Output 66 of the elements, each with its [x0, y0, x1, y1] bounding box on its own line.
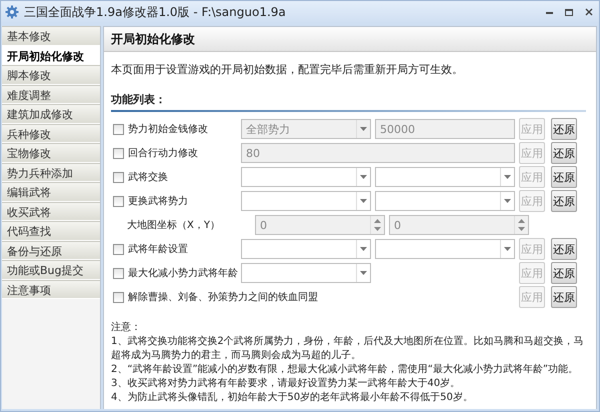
maximize-icon[interactable]	[565, 8, 573, 16]
restore-button[interactable]: 还原	[551, 142, 577, 164]
restore-button[interactable]: 还原	[551, 190, 577, 212]
dropdown[interactable]	[375, 167, 515, 187]
sidebar-item[interactable]: 备份与还原	[2, 240, 100, 260]
note-text: 4、为防止武将头像错乱，初始年龄大于50岁的老年武将最小年龄不得低于50岁。	[111, 391, 474, 405]
close-icon[interactable]	[585, 8, 593, 16]
section-title: 功能列表：	[111, 92, 167, 107]
dropdown[interactable]	[241, 191, 371, 211]
restore-button[interactable]: 还原	[551, 118, 577, 140]
sidebar-item[interactable]: 兵种修改	[2, 124, 100, 143]
dropdown-arrow-icon	[360, 127, 367, 131]
option-label: 回合行动力修改	[128, 146, 198, 160]
checkbox[interactable]	[113, 292, 124, 302]
checkbox[interactable]	[113, 268, 124, 278]
sidebar-item[interactable]: 开局初始化修改	[2, 46, 100, 65]
checkbox[interactable]	[113, 196, 124, 206]
option-label: 武将交换	[128, 170, 168, 184]
dropdown-arrow-icon	[504, 199, 511, 203]
sidebar-item[interactable]: 基本修改	[2, 26, 100, 46]
dropdown-arrow-icon	[504, 247, 511, 251]
note-text: 3、收买武将对势力武将有年龄要求，请最好设置势力某一武将年龄大于40岁。	[111, 377, 462, 391]
dropdown[interactable]	[241, 239, 371, 259]
minimize-icon[interactable]	[546, 10, 553, 14]
sidebar-item[interactable]: 宝物修改	[2, 143, 100, 162]
checkbox[interactable]	[113, 244, 124, 254]
dropdown-arrow-icon	[504, 175, 511, 179]
dropdown-arrow-icon	[360, 247, 367, 251]
field-label: 大地图坐标（X，Y）	[127, 218, 220, 232]
checkbox[interactable]	[113, 172, 124, 182]
checkbox[interactable]	[113, 124, 124, 134]
option-label: 更换武将势力	[128, 194, 188, 208]
spinner-arrows-icon	[518, 219, 525, 231]
dropdown-arrow-icon	[360, 271, 367, 275]
option-label: 最大化减小势力武将年龄	[128, 266, 238, 280]
sidebar-item[interactable]: 收买武将	[2, 202, 100, 221]
restore-button[interactable]: 还原	[551, 166, 577, 188]
option-label: 武将年龄设置	[128, 242, 188, 256]
restore-button[interactable]: 还原	[551, 238, 577, 260]
sidebar-item[interactable]: 脚本修改	[2, 65, 100, 84]
gear-icon	[5, 5, 19, 19]
sidebar-item[interactable]: 注意事项	[2, 280, 100, 299]
dropdown[interactable]	[241, 263, 371, 283]
sidebar-item[interactable]: 代码查找	[2, 221, 100, 240]
dropdown[interactable]	[375, 191, 515, 211]
sidebar-item[interactable]: 编辑武将	[2, 182, 100, 202]
sidebar-item[interactable]: 难度调整	[2, 84, 100, 104]
restore-button[interactable]: 还原	[551, 286, 577, 308]
restore-button[interactable]: 还原	[551, 262, 577, 284]
dropdown-arrow-icon	[360, 199, 367, 203]
sidebar-item[interactable]: 势力兵种添加	[2, 162, 100, 182]
sidebar-item[interactable]: 建筑加成修改	[2, 104, 100, 124]
sidebar-item[interactable]: 功能或Bug提交	[2, 260, 100, 280]
panel-title: 开局初始化修改	[104, 27, 596, 52]
dropdown[interactable]	[375, 239, 515, 259]
option-label: 解除曹操、刘备、孙策势力之间的铁血同盟	[128, 290, 318, 304]
checkbox[interactable]	[113, 148, 124, 158]
description-text: 本页面用于设置游戏的开局初始数据，配置完毕后需重新开局方可生效。	[111, 62, 464, 77]
notes-title: 注意：	[111, 321, 142, 335]
dropdown[interactable]	[241, 167, 371, 187]
dropdown-arrow-icon	[360, 175, 367, 179]
spinner-arrows-icon	[374, 219, 381, 231]
window-title: 三国全面战争1.9a修改器1.0版 - F:\sanguo1.9a	[24, 4, 287, 20]
note-text: 1、武将交换功能将交换2个武将所属势力，身份，年龄，后代及大地图所在位置。比如马腾和马超交换，马超将成为马腾势力的君主，而马腾则会成为马超的儿子。	[111, 335, 585, 363]
note-text: 2、“武将年龄设置”能减小的岁数有限，想最大化减小武将年龄，需使用“最大化减小势力武将年龄”功能。	[111, 363, 580, 377]
option-label: 势力初始金钱修改	[128, 122, 208, 136]
